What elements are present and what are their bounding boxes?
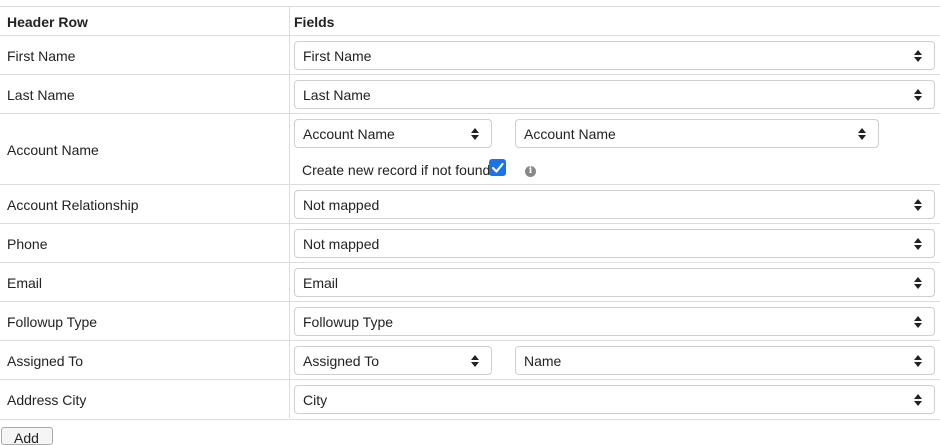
table-row: Address City City bbox=[0, 379, 940, 420]
table-row: Account Relationship Not mapped bbox=[0, 184, 940, 224]
select-value: Account Name bbox=[524, 126, 616, 142]
sort-caret-icon bbox=[858, 128, 866, 140]
row-label: Account Relationship bbox=[7, 197, 139, 213]
table-row: Followup Type Followup Type bbox=[0, 301, 940, 341]
sort-caret-icon bbox=[914, 277, 922, 289]
select-value: First Name bbox=[303, 48, 372, 64]
sort-caret-icon bbox=[914, 89, 922, 101]
field-select[interactable]: Name bbox=[515, 346, 935, 375]
create-record-checkbox[interactable] bbox=[489, 159, 506, 176]
table-header: Header Row Fields bbox=[0, 6, 940, 36]
select-value: Last Name bbox=[303, 87, 371, 103]
sort-caret-icon bbox=[914, 316, 922, 328]
sort-caret-icon bbox=[914, 394, 922, 406]
field-select[interactable]: Followup Type bbox=[294, 307, 935, 336]
entity-select[interactable]: Account Name bbox=[294, 119, 492, 148]
row-label: Phone bbox=[7, 236, 48, 252]
sort-caret-icon bbox=[471, 355, 479, 367]
create-record-label: Create new record if not found bbox=[302, 162, 491, 178]
select-value: Account Name bbox=[303, 126, 395, 142]
checkmark-icon bbox=[491, 162, 504, 173]
fields-heading: Fields bbox=[294, 14, 335, 30]
row-label: Followup Type bbox=[7, 314, 98, 330]
row-label: Account Name bbox=[7, 142, 99, 158]
field-select[interactable]: Last Name bbox=[294, 80, 935, 109]
sort-caret-icon bbox=[914, 238, 922, 250]
add-button[interactable]: Add bbox=[1, 427, 53, 445]
table-row: First Name First Name bbox=[0, 35, 940, 75]
table-row: Assigned To Assigned To Name bbox=[0, 340, 940, 380]
sort-caret-icon bbox=[914, 199, 922, 211]
table-row: Last Name Last Name bbox=[0, 74, 940, 114]
header-row-heading: Header Row bbox=[7, 14, 88, 30]
select-value: Assigned To bbox=[303, 353, 380, 369]
select-value: Followup Type bbox=[303, 314, 394, 330]
sort-caret-icon bbox=[914, 355, 922, 367]
select-value: City bbox=[303, 392, 328, 408]
entity-select[interactable]: Assigned To bbox=[294, 346, 492, 375]
select-value: Email bbox=[303, 275, 339, 291]
table-row: Email Email bbox=[0, 262, 940, 302]
table-row: Account Name Account Name Account Name C… bbox=[0, 113, 940, 185]
info-icon[interactable]: i bbox=[525, 166, 536, 177]
field-select[interactable]: Email bbox=[294, 268, 935, 297]
field-select[interactable]: First Name bbox=[294, 41, 935, 70]
select-value: Name bbox=[524, 353, 562, 369]
field-select[interactable]: Not mapped bbox=[294, 229, 935, 258]
sort-caret-icon bbox=[471, 128, 479, 140]
row-label: Address City bbox=[7, 392, 87, 408]
sort-caret-icon bbox=[914, 50, 922, 62]
row-label: Assigned To bbox=[7, 353, 84, 369]
table-row: Phone Not mapped bbox=[0, 223, 940, 263]
row-label: Last Name bbox=[7, 87, 75, 103]
field-select[interactable]: City bbox=[294, 385, 935, 414]
add-button-label: Add bbox=[14, 430, 39, 445]
field-select[interactable]: Not mapped bbox=[294, 190, 935, 219]
select-value: Not mapped bbox=[303, 197, 380, 213]
field-select[interactable]: Account Name bbox=[515, 119, 879, 148]
select-value: Not mapped bbox=[303, 236, 380, 252]
row-label: First Name bbox=[7, 48, 76, 64]
row-label: Email bbox=[7, 275, 43, 291]
